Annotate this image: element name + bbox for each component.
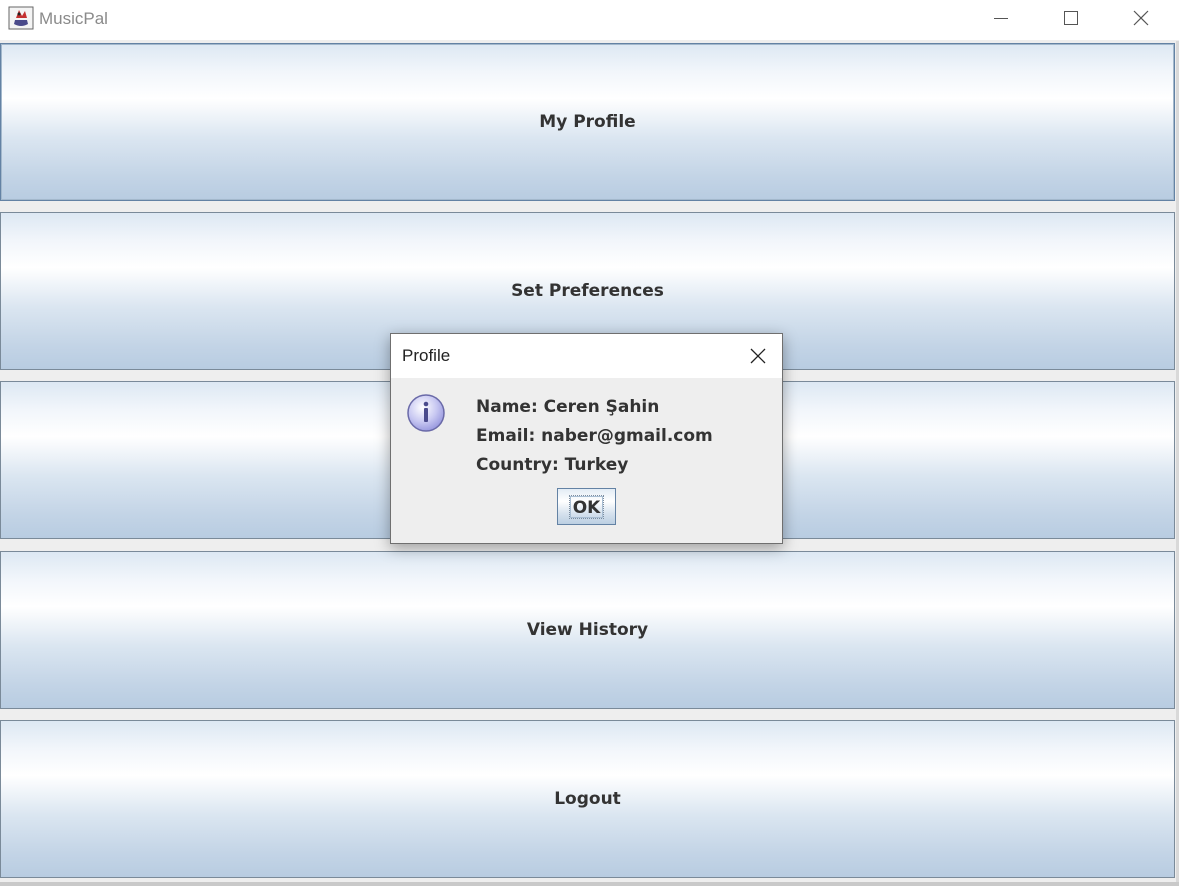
profile-message: Name: Ceren Şahin Email: naber@gmail.com… [476, 395, 713, 482]
profile-dialog: Profile Name: Ceren Şahin Email: naber@g… [390, 333, 783, 544]
logout-button[interactable]: Logout [0, 720, 1175, 878]
set-preferences-label: Set Preferences [511, 281, 664, 301]
java-cup-icon [8, 6, 34, 30]
profile-email-line: Email: naber@gmail.com [476, 426, 713, 446]
dialog-titlebar[interactable]: Profile [391, 334, 782, 378]
dialog-close-button[interactable] [741, 342, 775, 370]
close-icon [750, 348, 766, 364]
window-titlebar[interactable]: MusicPal [0, 0, 1179, 40]
profile-name-line: Name: Ceren Şahin [476, 397, 660, 417]
close-window-button[interactable] [1106, 0, 1176, 36]
view-history-label: View History [526, 620, 649, 640]
musicpal-window: MusicPal My Profile Set Preferences View… [0, 0, 1179, 886]
logout-label: Logout [554, 789, 621, 809]
ok-button-label: OK [568, 494, 605, 519]
close-icon [1133, 10, 1149, 26]
dialog-title: Profile [402, 346, 451, 365]
info-icon [406, 393, 446, 433]
minimize-icon [994, 18, 1008, 19]
window-title: MusicPal [39, 9, 108, 28]
ok-button[interactable]: OK [557, 488, 616, 525]
profile-country-line: Country: Turkey [476, 455, 629, 475]
view-history-button[interactable]: View History [0, 551, 1175, 709]
window-bottom-edge [0, 882, 1179, 886]
maximize-button[interactable] [1036, 0, 1106, 36]
maximize-icon [1064, 11, 1078, 25]
my-profile-button[interactable]: My Profile [0, 43, 1175, 201]
my-profile-label: My Profile [539, 112, 636, 132]
minimize-button[interactable] [966, 0, 1036, 36]
